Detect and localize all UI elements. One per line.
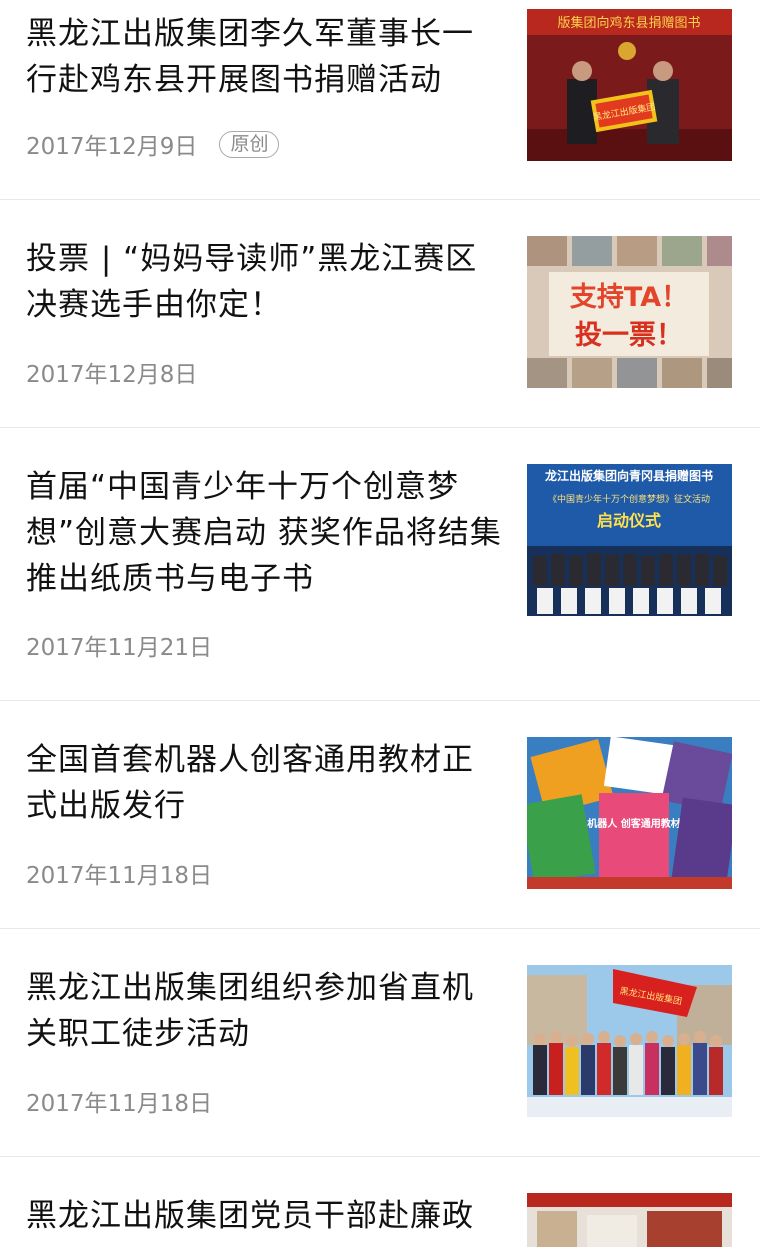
- article-thumbnail[interactable]: 版集团向鸡东县捐赠图书 黑龙江出版集团: [527, 9, 732, 161]
- article-thumbnail[interactable]: 支持TA！ 投一票！: [527, 236, 732, 388]
- article-thumbnail[interactable]: 机器人 创客通用教材: [527, 737, 732, 889]
- article-thumbnail[interactable]: [527, 1193, 732, 1247]
- thumb-line-1: 龙江出版集团向青冈县捐赠图书: [545, 468, 713, 483]
- list-item[interactable]: 投票 | “妈妈导读师”黑龙江赛区决赛选手由你定！ 2017年12月8日 支持T…: [0, 200, 760, 428]
- list-item[interactable]: 首届“中国青少年十万个创意梦想”创意大赛启动 获奖作品将结集推出纸质书与电子书 …: [0, 428, 760, 701]
- article-meta: 2017年11月21日: [26, 628, 212, 662]
- article-thumbnail[interactable]: 龙江出版集团向青冈县捐赠图书 《中国青少年十万个创意梦想》征文活动 启动仪式: [527, 464, 732, 616]
- article-title[interactable]: 黑龙江出版集团党员干部赴廉政: [26, 1193, 502, 1239]
- list-item[interactable]: 黑龙江出版集团组织参加省直机关职工徒步活动 2017年11月18日 黑龙江出版集…: [0, 929, 760, 1157]
- thumb-line-1: 支持TA！: [570, 282, 688, 313]
- article-title[interactable]: 投票 | “妈妈导读师”黑龙江赛区决赛选手由你定！: [26, 236, 502, 328]
- book-text: 机器人 创客通用教材: [587, 817, 680, 830]
- list-item[interactable]: 黑龙江出版集团李久军董事长一行赴鸡东县开展图书捐赠活动 2017年12月9日 原…: [0, 0, 760, 200]
- article-meta: 2017年11月18日: [26, 1084, 212, 1118]
- banner-text: 版集团向鸡东县捐赠图书: [557, 15, 700, 31]
- article-date: 2017年11月21日: [26, 635, 213, 661]
- article-meta: 2017年12月8日: [26, 355, 197, 389]
- article-list: 黑龙江出版集团李久军董事长一行赴鸡东县开展图书捐赠活动 2017年12月9日 原…: [0, 0, 760, 1247]
- article-meta: 2017年12月9日 原创: [26, 127, 280, 161]
- thumb-line-3: 启动仪式: [597, 511, 661, 530]
- article-thumbnail[interactable]: 黑龙江出版集团: [527, 965, 732, 1117]
- article-date: 2017年12月9日: [26, 134, 198, 160]
- list-item[interactable]: 全国首套机器人创客通用教材正式出版发行 2017年11月18日 机器人 创客通用…: [0, 701, 760, 929]
- article-meta: 2017年11月18日: [26, 856, 212, 890]
- thumb-line-2: 投一票！: [575, 320, 683, 351]
- article-date: 2017年11月18日: [26, 1091, 213, 1117]
- article-title[interactable]: 首届“中国青少年十万个创意梦想”创意大赛启动 获奖作品将结集推出纸质书与电子书: [26, 464, 502, 602]
- thumb-line-2: 《中国青少年十万个创意梦想》征文活动: [548, 493, 710, 505]
- article-title[interactable]: 黑龙江出版集团李久军董事长一行赴鸡东县开展图书捐赠活动: [26, 11, 502, 103]
- article-date: 2017年11月18日: [26, 863, 213, 889]
- article-title[interactable]: 全国首套机器人创客通用教材正式出版发行: [26, 737, 502, 829]
- article-title[interactable]: 黑龙江出版集团组织参加省直机关职工徒步活动: [26, 965, 502, 1057]
- list-item[interactable]: 黑龙江出版集团党员干部赴廉政: [0, 1157, 760, 1247]
- article-date: 2017年12月8日: [26, 362, 198, 388]
- original-badge: 原创: [219, 130, 280, 158]
